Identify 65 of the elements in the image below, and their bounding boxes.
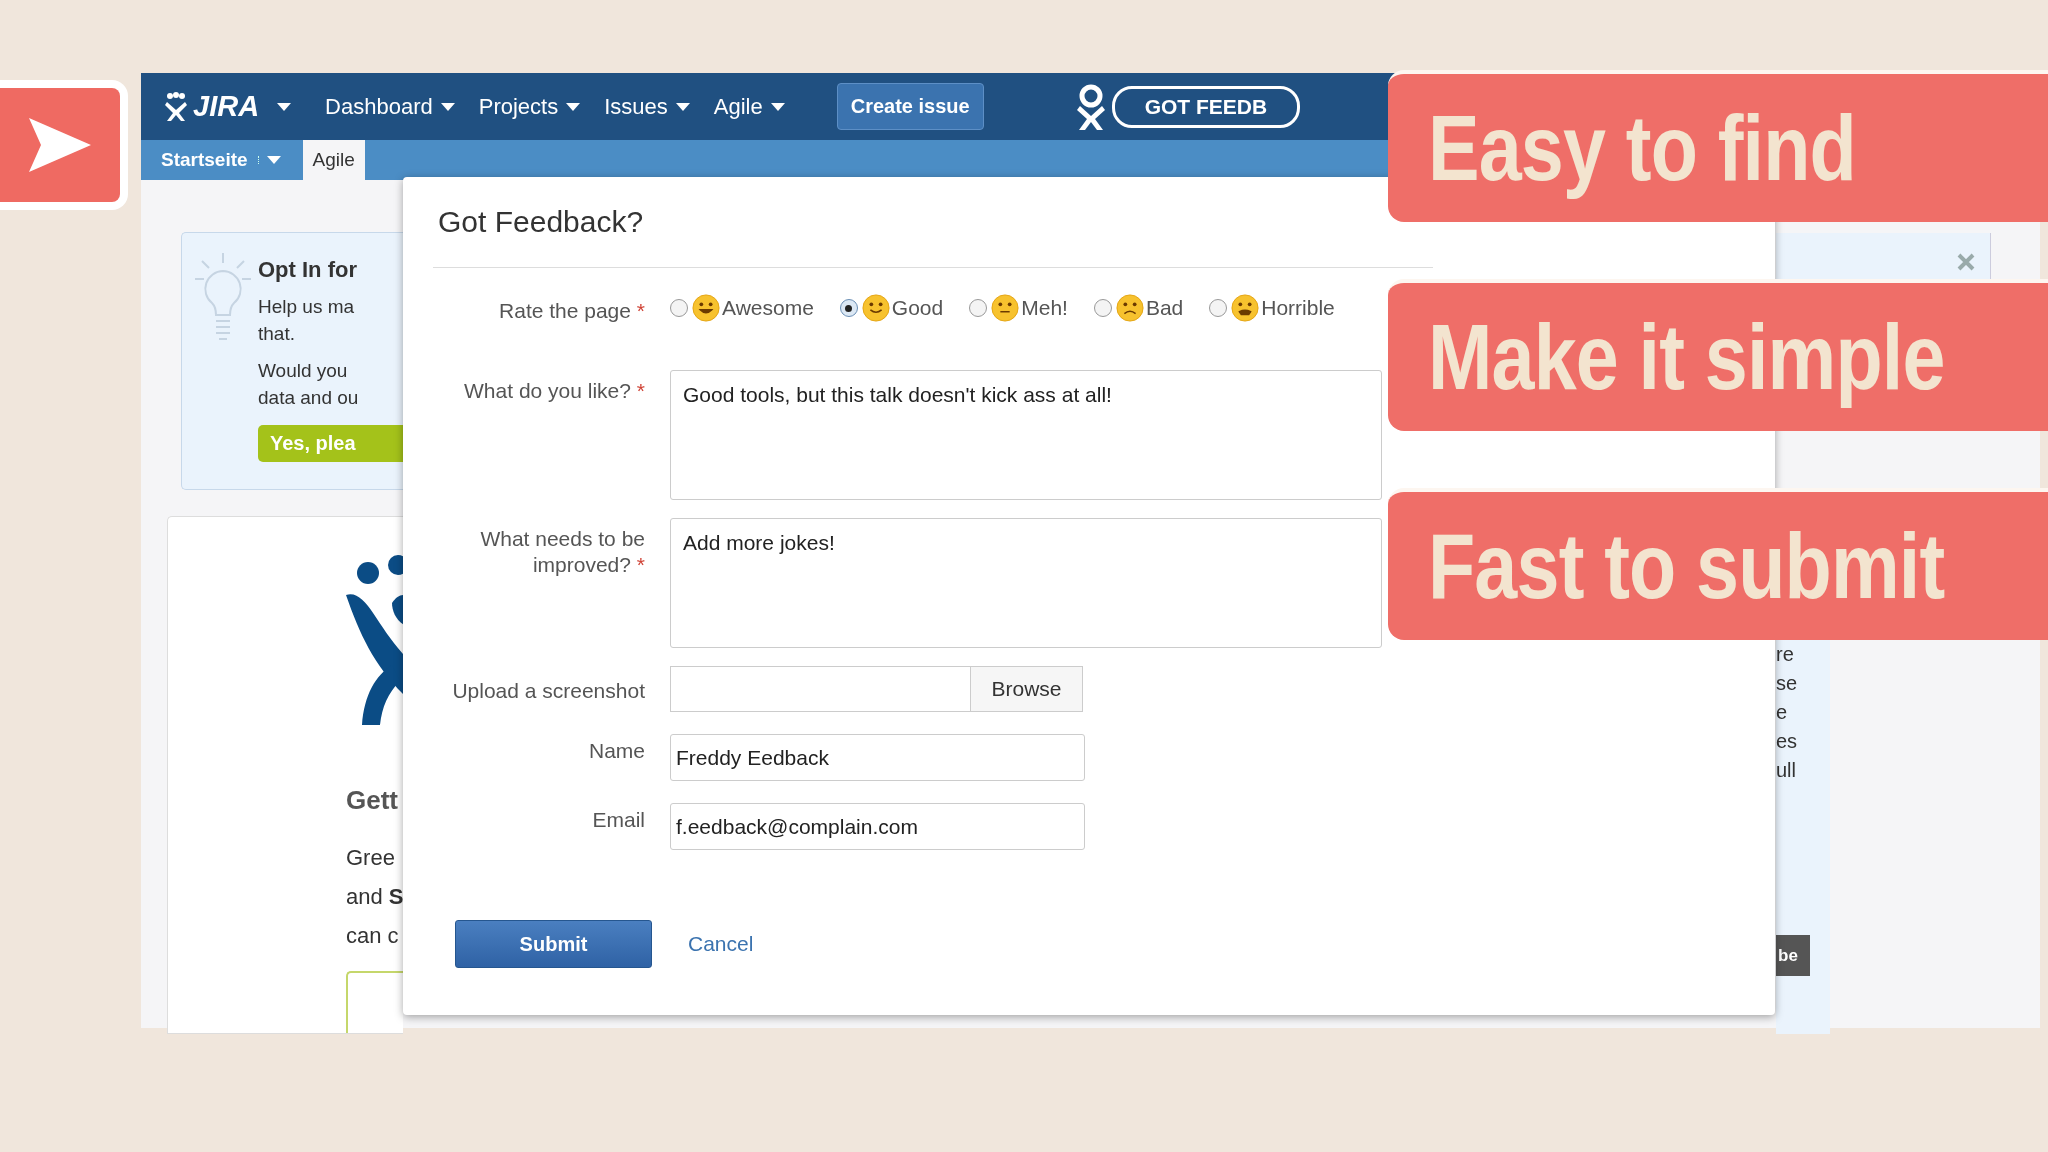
- card-text: that.: [258, 322, 296, 346]
- card-title: Gett: [346, 785, 399, 816]
- card-text: data and ou: [258, 386, 360, 410]
- nav-menu[interactable]: Dashboard: [313, 93, 467, 120]
- radio-button[interactable]: [969, 299, 988, 317]
- rating-label: Horrible: [1261, 296, 1335, 320]
- field-label: What do you like? *: [463, 378, 645, 404]
- smiley-icon: [1231, 294, 1260, 322]
- rating-label: Meh!: [1021, 296, 1068, 320]
- input-field[interactable]: f.eedback@complain.com: [670, 803, 1085, 850]
- send-icon: [27, 116, 93, 174]
- caret-icon[interactable]: [277, 102, 292, 111]
- card-text: Would you: [258, 359, 349, 383]
- smiley-icon: [861, 294, 890, 322]
- dialog-title: Got Feedback?: [438, 205, 645, 240]
- caret-icon[interactable]: [566, 102, 581, 111]
- field-label: What needs to be improved? *: [479, 526, 645, 578]
- radio-button[interactable]: [839, 299, 858, 317]
- caret-icon[interactable]: [440, 102, 455, 111]
- panel-text: re: [1776, 642, 1795, 667]
- card-text: can c: [346, 922, 400, 950]
- card-text: Gree: [346, 844, 396, 872]
- banner-text: Make it simple: [1428, 304, 1945, 410]
- feedback-button[interactable]: GOT FEEDB: [1111, 85, 1300, 128]
- text-area[interactable]: Add more jokes!: [670, 518, 1382, 648]
- panel-text: se: [1776, 671, 1799, 696]
- rating-label: Awesome: [722, 296, 814, 320]
- app-logo[interactable]: JIRA: [193, 90, 260, 123]
- caret-icon[interactable]: [675, 102, 690, 111]
- field-label: Rate the page *: [498, 298, 645, 324]
- card-text: and S: [346, 883, 403, 911]
- nav-menu[interactable]: Projects: [466, 93, 593, 120]
- text-area[interactable]: Good tools, but this talk doesn't kick ass at all!: [670, 370, 1382, 500]
- panel-text: e: [1776, 700, 1789, 725]
- nav-menu[interactable]: Issues: [592, 93, 702, 120]
- nav-tab[interactable]: Startseite: [151, 140, 291, 180]
- smiley-icon: [692, 294, 720, 322]
- logo-icon: [163, 91, 189, 122]
- browse-button[interactable]: Browse: [970, 666, 1083, 712]
- banner-text: Fast to submit: [1428, 513, 1945, 619]
- smiley-icon: [991, 294, 1020, 322]
- card-title: Opt In for: [258, 257, 358, 283]
- smiley-icon: [1115, 294, 1144, 322]
- rating-label: Bad: [1145, 296, 1184, 320]
- radio-button[interactable]: [1209, 299, 1228, 317]
- panel-text: ull: [1776, 758, 1797, 783]
- nav-tab[interactable]: Agile: [302, 140, 365, 180]
- field-label: Email: [591, 807, 645, 833]
- banner-text: Easy to find: [1428, 95, 1856, 201]
- radio-button[interactable]: [1093, 299, 1112, 317]
- thumbnail: be: [1776, 935, 1810, 976]
- caret-icon[interactable]: [770, 102, 785, 111]
- rating-label: Good: [891, 296, 944, 320]
- panel-text: es: [1776, 729, 1799, 754]
- cancel-link[interactable]: Cancel: [682, 931, 760, 957]
- card-text: Help us ma: [258, 295, 356, 319]
- nav-menu[interactable]: Agile: [701, 93, 797, 120]
- field-label: Name: [587, 738, 645, 764]
- input-field[interactable]: Freddy Eedback: [670, 734, 1085, 781]
- field-label: Upload a screenshot: [451, 678, 645, 704]
- submit-button[interactable]: Submit: [455, 920, 652, 968]
- caret-icon[interactable]: [266, 156, 281, 164]
- file-field[interactable]: [670, 666, 970, 712]
- create-issue-button[interactable]: Create issue: [836, 83, 984, 130]
- radio-button[interactable]: [670, 299, 688, 317]
